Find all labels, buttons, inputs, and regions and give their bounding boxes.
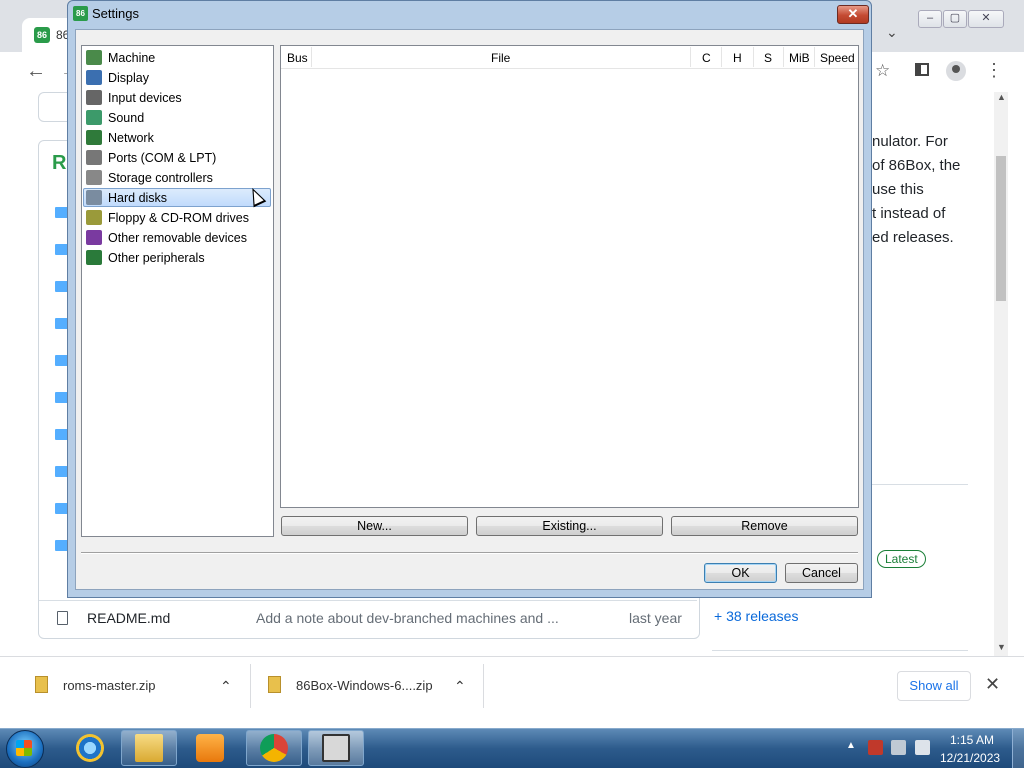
ports-icon [86,150,102,165]
column-file[interactable]: File [491,51,510,65]
close-downloads-icon[interactable]: ✕ [985,674,1000,695]
clock-time[interactable]: 1:15 AM [950,733,994,747]
scrollbar-thumb[interactable] [996,156,1006,301]
column-speed[interactable]: Speed [820,51,855,65]
row-divider [39,600,697,601]
side-panel-icon[interactable] [915,63,929,76]
column-c[interactable]: C [702,51,711,65]
machine-icon [86,50,102,65]
hard-disks-icon [86,190,102,205]
category-input-devices[interactable]: Input devices [83,88,271,107]
column-bus[interactable]: Bus [287,51,308,65]
chrome-icon [260,734,288,762]
download-separator [250,664,251,708]
media-player-icon [196,734,224,762]
about-description: nulator. For of 86Box, the use this t in… [872,133,961,246]
zip-file-icon [35,676,48,693]
dialog-title: Settings [92,6,139,21]
sound-icon [86,110,102,125]
column-separator[interactable] [783,47,784,67]
category-ports[interactable]: Ports (COM & LPT) [83,148,271,167]
latest-badge: Latest [877,550,926,568]
releases-link[interactable]: + 38 releases [714,608,798,624]
download-chevron-icon[interactable]: ⌃ [454,678,466,695]
tab-favicon-icon: 86 [34,27,50,43]
sidebar-divider [712,650,968,651]
category-sound[interactable]: Sound [83,108,271,127]
restore-icon[interactable]: ▢ [943,10,967,28]
commit-time: last year [629,610,682,626]
category-hard-disks[interactable]: Hard disks [83,188,271,207]
clock-date[interactable]: 12/21/2023 [940,751,1000,765]
input-devices-icon [86,90,102,105]
show-desktop-button[interactable] [1012,729,1024,768]
existing-disk-button[interactable]: Existing... [476,516,663,536]
display-icon [86,70,102,85]
scroll-up-icon[interactable]: ▲ [997,92,1006,102]
show-all-button[interactable]: Show all [897,671,971,701]
commit-message-link[interactable]: Add a note about dev-branched machines a… [256,610,559,626]
bookmark-star-icon[interactable]: ☆ [875,61,890,81]
new-disk-button[interactable]: New... [281,516,468,536]
action-center-flag-icon[interactable] [868,740,883,755]
tab-list-chevron-icon[interactable]: ⌄ [886,24,898,41]
scroll-down-icon[interactable]: ▼ [997,642,1006,652]
category-network[interactable]: Network [83,128,271,147]
column-s[interactable]: S [764,51,772,65]
network-tray-icon[interactable] [891,740,906,755]
file-explorer-icon [135,734,163,762]
network-icon [86,130,102,145]
download-item-roms[interactable]: roms-master.zip [63,678,155,693]
category-display[interactable]: Display [83,68,271,87]
cancel-button[interactable]: Cancel [785,563,858,583]
file-icon [57,611,68,625]
volume-muted-icon[interactable] [915,740,930,755]
column-mib[interactable]: MiB [789,51,810,65]
readme-link[interactable]: README.md [87,610,170,626]
storage-controllers-icon [86,170,102,185]
hard-disk-list[interactable] [280,45,859,508]
tray-expand-icon[interactable]: ▲ [846,740,856,751]
column-separator[interactable] [814,47,815,67]
removable-devices-icon [86,230,102,245]
repo-logo-icon: R [52,152,67,174]
menu-kebab-icon[interactable]: ⋮ [985,60,1003,81]
internet-explorer-icon [76,734,104,762]
app-icon: 86 [73,6,88,21]
category-floppy-cdrom[interactable]: Floppy & CD-ROM drives [83,208,271,227]
column-separator[interactable] [311,47,312,67]
category-removable-devices[interactable]: Other removable devices [83,228,271,247]
dialog-divider [81,552,858,554]
peripherals-icon [86,250,102,265]
remove-disk-button[interactable]: Remove [671,516,858,536]
back-arrow-icon[interactable]: ← [26,60,46,83]
dialog-close-button[interactable]: ✕ [837,5,869,24]
windows-logo-icon [16,740,32,756]
column-separator[interactable] [721,47,722,67]
category-peripherals[interactable]: Other peripherals [83,248,271,267]
column-separator[interactable] [690,47,691,67]
column-separator[interactable] [753,47,754,67]
download-separator [483,664,484,708]
floppy-cdrom-icon [86,210,102,225]
window-close-icon[interactable]: ✕ [968,10,1004,28]
download-item-86box[interactable]: 86Box-Windows-6....zip [296,678,433,693]
download-chevron-icon[interactable]: ⌃ [220,678,232,695]
profile-avatar-icon[interactable] [946,61,966,81]
ok-button[interactable]: OK [704,563,777,583]
category-machine[interactable]: Machine [83,48,271,67]
column-h[interactable]: H [733,51,742,65]
86box-icon [322,734,350,762]
minimize-icon[interactable]: – [918,10,942,28]
category-storage-controllers[interactable]: Storage controllers [83,168,271,187]
zip-file-icon [268,676,281,693]
